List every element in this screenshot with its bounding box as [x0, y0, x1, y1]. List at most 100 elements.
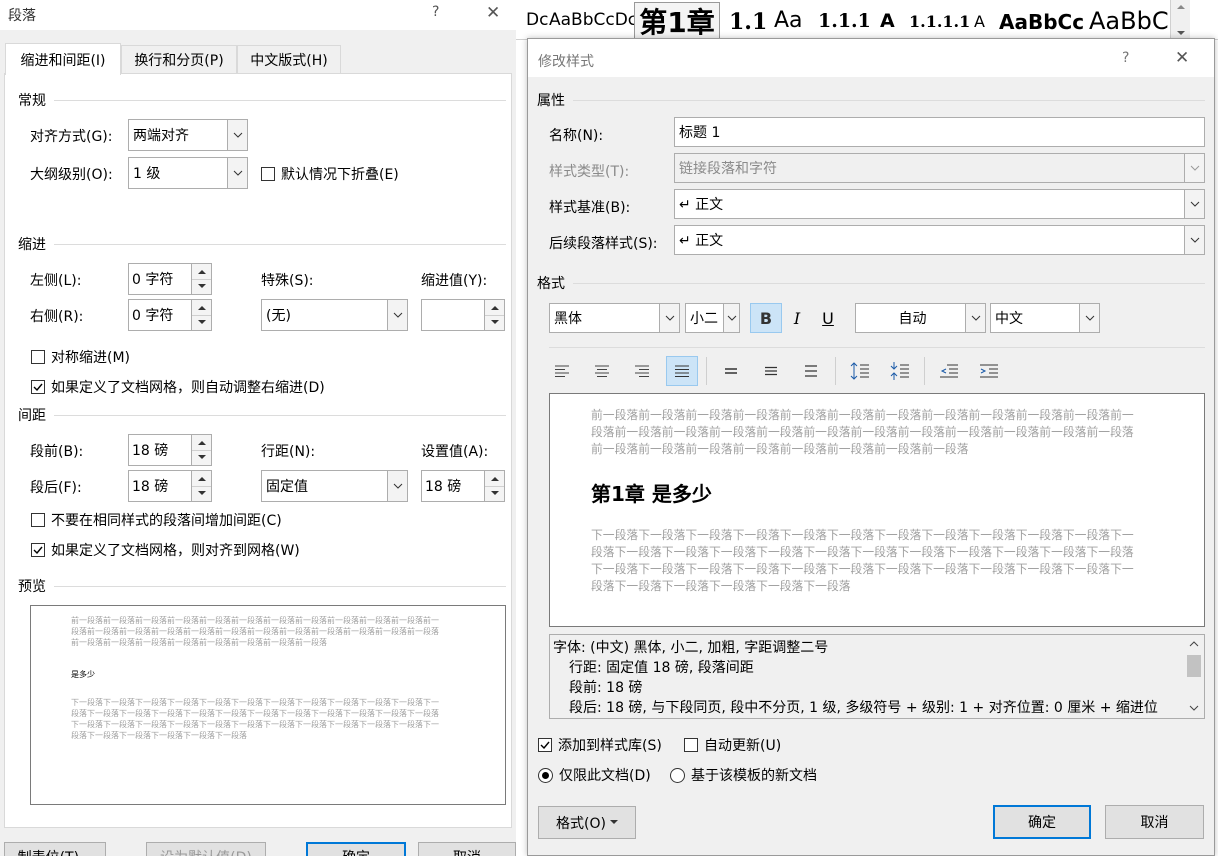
auto-update-checkbox[interactable]: [684, 738, 698, 752]
outline-select[interactable]: 1 级: [128, 157, 248, 189]
gallery-item-heading4-alt[interactable]: A: [974, 12, 985, 31]
spin-up-icon[interactable]: [192, 300, 211, 315]
only-this-doc-radio[interactable]: [538, 767, 553, 783]
gallery-item-heading2[interactable]: 1.1: [729, 9, 767, 35]
add-to-gallery-checkbox[interactable]: [538, 738, 552, 752]
preview-next-text: 下一段落下一段落下一段落下一段落下一段落下一段落下一段落下一段落下一段落下一段落…: [591, 528, 1134, 593]
spin-down-icon[interactable]: [485, 314, 504, 330]
line-spacing-icon[interactable]: [844, 356, 876, 386]
scroll-down-icon[interactable]: [1189, 705, 1199, 711]
space-after-spinner[interactable]: 18 磅: [128, 470, 212, 502]
spin-down-icon[interactable]: [192, 485, 211, 501]
modify-cancel-button[interactable]: 取消: [1105, 805, 1204, 839]
paragraph-cancel-button[interactable]: 取消: [418, 842, 516, 856]
one-half-spacing-icon[interactable]: [755, 356, 787, 386]
mirror-indent-row[interactable]: 对称缩进(M): [31, 347, 130, 367]
indent-by-spinner[interactable]: [421, 299, 505, 331]
spin-down-icon[interactable]: [192, 449, 211, 465]
style-name-input[interactable]: 标题 1: [674, 117, 1205, 147]
space-before-spinner[interactable]: 18 磅: [128, 434, 212, 466]
paragraph-spacing-icon[interactable]: [884, 356, 916, 386]
tab-indent-spacing[interactable]: 缩进和间距(I): [5, 43, 121, 75]
description-scrollbar[interactable]: [1184, 635, 1204, 718]
indent-by-value: [422, 300, 484, 330]
bold-button[interactable]: B: [750, 303, 782, 333]
special-select[interactable]: (无): [261, 299, 408, 331]
gallery-item-heading3[interactable]: 1.1.1: [818, 10, 871, 32]
right-indent-spinner[interactable]: 0 字符: [128, 299, 212, 331]
snap-grid-checkbox[interactable]: [31, 543, 45, 557]
gallery-item-chapter[interactable]: 第1章: [634, 2, 720, 39]
auto-adjust-checkbox[interactable]: [31, 380, 45, 394]
spin-up-icon[interactable]: [192, 264, 211, 279]
help-button[interactable]: ?: [432, 4, 439, 20]
based-on-select[interactable]: ↵ 正文: [674, 189, 1205, 219]
single-spacing-icon[interactable]: [715, 356, 747, 386]
double-spacing-icon[interactable]: [795, 356, 827, 386]
spin-down-icon[interactable]: [192, 314, 211, 330]
italic-button[interactable]: I: [781, 303, 813, 333]
gallery-item-style[interactable]: AaBbCcDc: [549, 10, 637, 30]
no-space-row[interactable]: 不要在相同样式的段落间增加间距(C): [31, 510, 282, 530]
font-select[interactable]: 黑体: [549, 303, 680, 333]
spin-up-icon[interactable]: [485, 300, 504, 315]
chevron-down-icon: [965, 304, 985, 332]
gallery-item-heading3-alt[interactable]: A: [880, 10, 895, 32]
mirror-indent-checkbox[interactable]: [31, 350, 45, 364]
font-size-select[interactable]: 小二: [685, 303, 740, 333]
gallery-item-title[interactable]: AaBbCc: [999, 10, 1084, 34]
modify-ok-button[interactable]: 确定: [993, 805, 1091, 839]
collapse-checkbox-row[interactable]: 默认情况下折叠(E): [261, 164, 399, 184]
outline-value: 1 级: [133, 166, 161, 182]
justify-icon[interactable]: [666, 356, 698, 386]
template-radio[interactable]: [670, 767, 685, 783]
tab-line-page-breaks[interactable]: 换行和分页(P): [121, 45, 237, 73]
description-line: 行距: 固定值 18 磅, 段落间距: [569, 660, 754, 676]
auto-update-row[interactable]: 自动更新(U): [684, 735, 781, 755]
special-value: (无): [266, 308, 291, 324]
template-row[interactable]: 基于该模板的新文档: [670, 765, 817, 785]
increase-indent-icon[interactable]: [973, 356, 1005, 386]
left-indent-spinner[interactable]: 0 字符: [128, 263, 212, 295]
scroll-up-icon[interactable]: [1176, 4, 1185, 9]
spin-up-icon[interactable]: [192, 471, 211, 486]
gallery-item-style[interactable]: Dc: [526, 10, 548, 30]
close-icon[interactable]: ✕: [486, 3, 500, 23]
decrease-indent-icon[interactable]: [933, 356, 965, 386]
format-menu-button[interactable]: 格式(O): [538, 806, 636, 839]
align-left-icon[interactable]: [546, 356, 578, 386]
language-select[interactable]: 中文: [990, 303, 1100, 333]
spin-up-icon[interactable]: [192, 435, 211, 450]
align-center-icon[interactable]: [586, 356, 618, 386]
collapse-checkbox[interactable]: [261, 167, 275, 181]
at-spinner[interactable]: 18 磅: [421, 470, 505, 502]
snap-grid-row[interactable]: 如果定义了文档网格，则对齐到网格(W): [31, 540, 300, 560]
next-style-select[interactable]: ↵ 正文: [674, 225, 1205, 255]
scroll-thumb[interactable]: [1187, 655, 1201, 677]
align-right-icon[interactable]: [626, 356, 658, 386]
help-button[interactable]: ?: [1122, 50, 1129, 66]
align-select[interactable]: 两端对齐: [128, 119, 248, 151]
set-default-button[interactable]: 设为默认值(D): [146, 842, 266, 856]
gallery-scrollbar[interactable]: [1170, 0, 1190, 39]
auto-adjust-row[interactable]: 如果定义了文档网格，则自动调整右缩进(D): [31, 377, 325, 397]
font-color-select[interactable]: 自动: [855, 303, 986, 333]
spin-down-icon[interactable]: [485, 485, 504, 501]
gallery-item-subtitle[interactable]: AaBbC: [1089, 7, 1169, 35]
spin-up-icon[interactable]: [485, 471, 504, 486]
add-to-gallery-row[interactable]: 添加到样式库(S): [538, 735, 662, 755]
tab-asian-typography[interactable]: 中文版式(H): [237, 45, 341, 73]
spin-down-icon[interactable]: [192, 278, 211, 294]
line-spacing-select[interactable]: 固定值: [261, 470, 408, 502]
ok-label: 确定: [342, 847, 370, 856]
close-icon[interactable]: ✕: [1175, 48, 1189, 68]
only-this-doc-row[interactable]: 仅限此文档(D): [538, 765, 651, 785]
scroll-up-icon[interactable]: [1189, 641, 1199, 647]
no-space-checkbox[interactable]: [31, 513, 45, 527]
scroll-down-icon[interactable]: [1176, 31, 1185, 36]
paragraph-ok-button[interactable]: 确定: [306, 842, 406, 856]
gallery-item-heading4[interactable]: 1.1.1.1: [909, 12, 970, 31]
underline-button[interactable]: U: [812, 303, 844, 333]
gallery-item-heading2-alt[interactable]: Aa: [774, 8, 803, 33]
tabs-button[interactable]: 制表位(T)...: [4, 842, 106, 856]
